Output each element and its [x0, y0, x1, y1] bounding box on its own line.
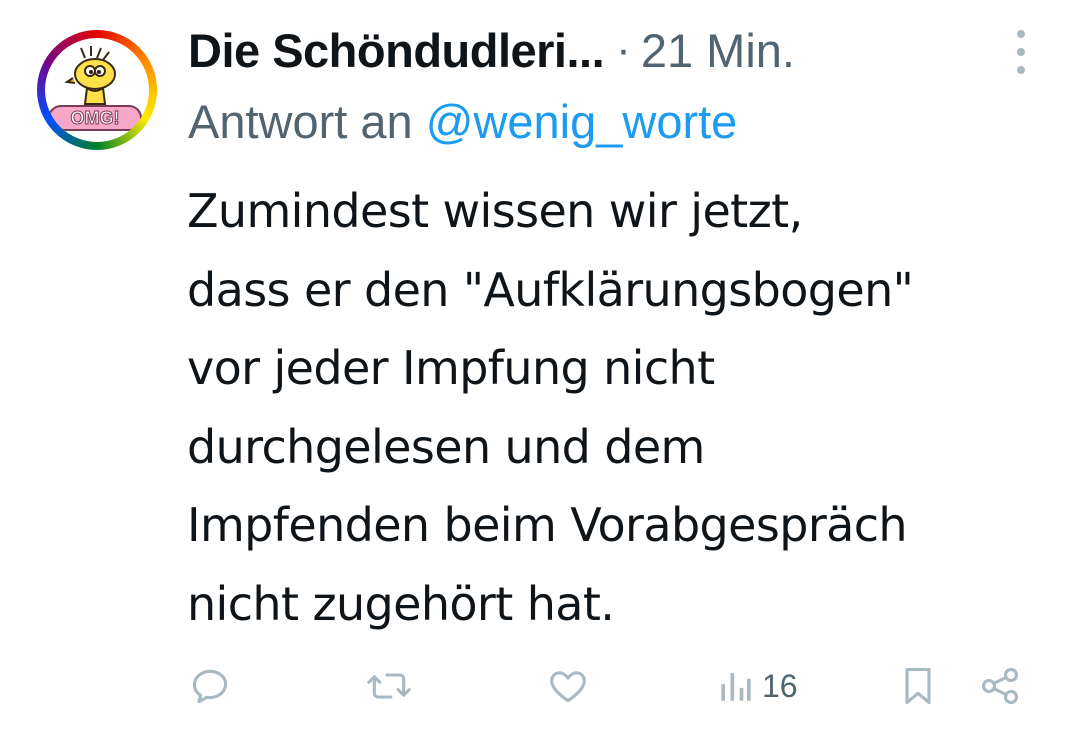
reply-handle-link[interactable]: @wenig_worte: [426, 95, 738, 148]
views-count: 16: [762, 667, 798, 704]
retweet-icon: [367, 673, 411, 699]
reply-button[interactable]: [188, 660, 232, 712]
more-dot: [1017, 66, 1025, 74]
reply-icon: [192, 669, 228, 704]
avatar-image: OMG!: [45, 38, 149, 142]
heart-icon: [550, 671, 586, 703]
more-dot: [1017, 30, 1025, 38]
like-button[interactable]: [546, 660, 590, 712]
svg-text:OMG!: OMG!: [71, 108, 120, 128]
share-button[interactable]: [978, 660, 1022, 712]
omg-badge: OMG!: [48, 105, 142, 131]
avatar[interactable]: OMG!: [37, 30, 157, 150]
author-name[interactable]: Die Schöndudleri...: [188, 23, 605, 78]
separator-dot: ·: [616, 25, 631, 74]
retweet-button[interactable]: [365, 660, 413, 712]
bookmark-button[interactable]: [898, 660, 938, 712]
share-icon: [981, 667, 1019, 705]
more-options-icon[interactable]: [1010, 30, 1032, 74]
action-bar: 16: [0, 660, 1080, 712]
tweet-header: Die Schöndudleri... · 21 Min.: [188, 18, 795, 82]
bird-drawing: [64, 46, 116, 113]
views-bar-chart-icon: [721, 673, 751, 701]
reply-context: Antwort an @wenig_worte: [188, 94, 737, 149]
views-button[interactable]: 16: [718, 660, 798, 712]
tweet[interactable]: OMG! Die Schöndudleri... · 21 Min. Antwo…: [0, 0, 1080, 734]
more-dot: [1017, 48, 1025, 56]
bookmark-icon: [905, 667, 931, 705]
timestamp[interactable]: 21 Min.: [641, 23, 795, 78]
reply-prefix: Antwort an: [188, 95, 426, 148]
tweet-text: Zumindest wissen wir jetzt, dass er den …: [187, 184, 914, 631]
